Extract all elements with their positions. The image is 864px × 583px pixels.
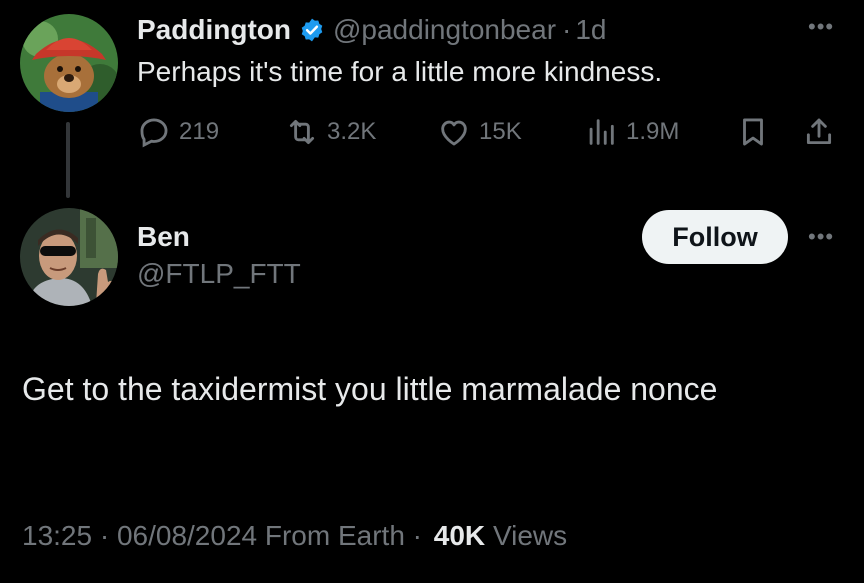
main-display-name[interactable]: Ben xyxy=(137,221,190,253)
main-more-icon[interactable]: ••• xyxy=(808,224,834,250)
reply-button[interactable]: 219 xyxy=(137,114,219,150)
reply-icon xyxy=(140,118,168,148)
parent-more-icon[interactable]: ••• xyxy=(808,14,834,40)
views-count: 1.9M xyxy=(626,118,680,145)
repost-icon xyxy=(289,119,315,145)
parent-handle[interactable]: @paddingtonbear xyxy=(333,14,556,46)
parent-tweet-header: Paddington @paddingtonbear · 1d xyxy=(137,12,607,48)
thread-connector-line xyxy=(66,122,70,198)
bookmark-button[interactable] xyxy=(736,114,770,150)
main-handle[interactable]: @FTLP_FTT xyxy=(137,258,301,290)
parent-tweet-text: Perhaps it's time for a little more kind… xyxy=(137,56,663,87)
parent-age[interactable]: 1d xyxy=(575,14,606,46)
ben-avatar[interactable] xyxy=(20,208,118,306)
views-count-bold: 40K xyxy=(433,520,486,551)
parent-display-name[interactable]: Paddington xyxy=(137,14,291,46)
follow-button[interactable]: Follow xyxy=(642,210,788,264)
verified-icon xyxy=(299,17,325,43)
reply-count: 219 xyxy=(179,118,220,145)
repost-count: 3.2K xyxy=(327,118,377,145)
like-count: 15K xyxy=(479,118,522,145)
share-button[interactable] xyxy=(802,114,836,150)
repost-button[interactable]: 3.2K xyxy=(285,114,376,150)
like-icon xyxy=(441,120,467,146)
views-button[interactable]: 1.9M xyxy=(584,114,679,150)
tweet-timestamp[interactable]: 13:25 · 06/08/2024 From Earth · xyxy=(22,520,422,551)
bookmark-icon xyxy=(743,118,763,146)
like-button[interactable]: 15K xyxy=(437,114,522,150)
paddington-avatar[interactable] xyxy=(20,14,118,112)
main-tweet-text: Get to the taxidermist you little marmal… xyxy=(22,371,718,407)
views-icon xyxy=(589,119,614,145)
share-icon xyxy=(806,118,832,145)
parent-separator: · xyxy=(562,14,572,45)
tweet-meta-line: 13:25 · 06/08/2024 From Earth · 40K View… xyxy=(22,520,567,552)
views-label: Views xyxy=(492,520,568,551)
